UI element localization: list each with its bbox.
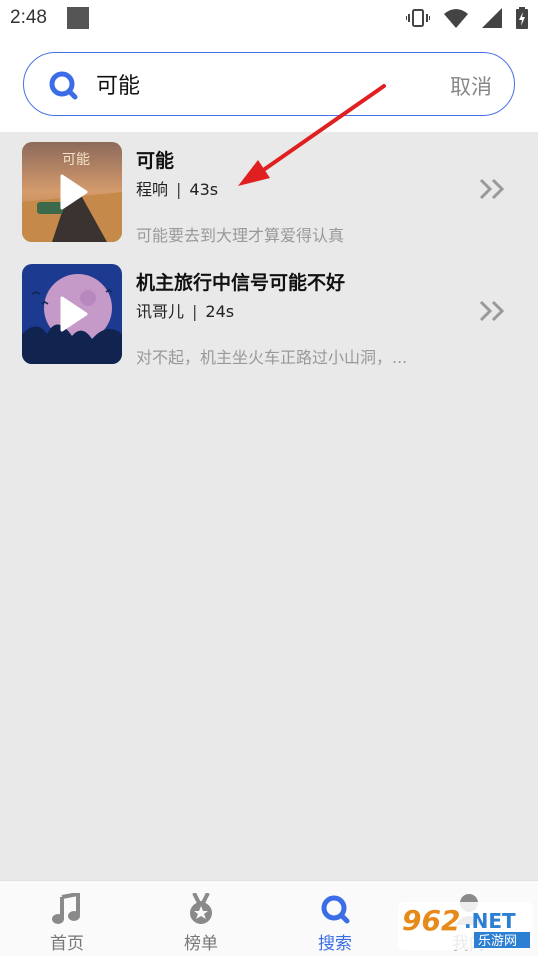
search-icon <box>49 71 78 100</box>
song-title: 可能 <box>136 150 175 172</box>
wifi-icon <box>444 9 468 28</box>
song-duration: 24s <box>205 302 235 321</box>
album-cover[interactable] <box>22 264 122 364</box>
song-meta: 讯哥儿 | 24s <box>136 298 234 322</box>
signal-icon <box>482 8 502 28</box>
medal-icon <box>190 893 212 924</box>
nav-label: 首页 <box>50 934 84 954</box>
status-bar: 2:48 6glk <box>0 0 538 49</box>
play-icon <box>60 174 88 210</box>
search-box[interactable]: 取消 <box>23 52 515 116</box>
nav-home[interactable]: 首页 <box>0 881 134 956</box>
song-item[interactable]: 机主旅行中信号可能不好 讯哥儿 | 24s 对不起，机主坐火车正路过小山洞，... <box>0 254 538 374</box>
album-cover[interactable]: 可能 <box>22 142 122 242</box>
nav-charts[interactable]: 榜单 <box>134 881 268 956</box>
svg-text:可能: 可能 <box>62 152 90 168</box>
svg-text:.NET: .NET <box>464 909 516 933</box>
song-artist: 讯哥儿 <box>136 302 185 321</box>
svg-text:乐游网: 乐游网 <box>478 934 517 949</box>
search-input[interactable] <box>96 71 416 96</box>
song-duration: 43s <box>189 180 219 199</box>
play-icon <box>60 296 88 332</box>
nav-label: 搜索 <box>318 934 352 954</box>
double-chevron-right-icon[interactable] <box>478 177 508 201</box>
song-title: 机主旅行中信号可能不好 <box>136 272 346 294</box>
music-note-icon <box>52 893 80 924</box>
notification-icon <box>67 7 89 29</box>
nav-search[interactable]: 搜索 <box>268 881 402 956</box>
meta-separator: | <box>176 180 182 199</box>
status-icons <box>406 7 528 29</box>
song-item[interactable]: 可能 可能 程响 | 43s 可能要去到大理才算爱得认真 <box>0 132 538 252</box>
song-lyric: 对不起，机主坐火车正路过小山洞，... <box>136 348 408 367</box>
search-icon <box>321 895 350 924</box>
battery-icon <box>516 7 528 29</box>
nav-label: 榜单 <box>184 934 218 954</box>
cancel-button[interactable]: 取消 <box>450 71 492 101</box>
song-artist: 程响 <box>136 180 169 199</box>
meta-separator: | <box>192 302 198 321</box>
double-chevron-right-icon[interactable] <box>478 299 508 323</box>
song-lyric: 可能要去到大理才算爱得认真 <box>136 226 345 245</box>
vibrate-icon <box>406 9 430 27</box>
song-meta: 程响 | 43s <box>136 176 218 200</box>
search-results: 可能 可能 程响 | 43s 可能要去到大理才算爱得认真 机主旅行中信号可能不好… <box>0 132 538 880</box>
status-time: 2:48 <box>10 7 47 28</box>
site-watermark-logo: 962 .NET 乐游网 <box>398 902 533 950</box>
search-bar-area: 取消 <box>0 38 538 132</box>
svg-text:962: 962 <box>402 904 460 937</box>
